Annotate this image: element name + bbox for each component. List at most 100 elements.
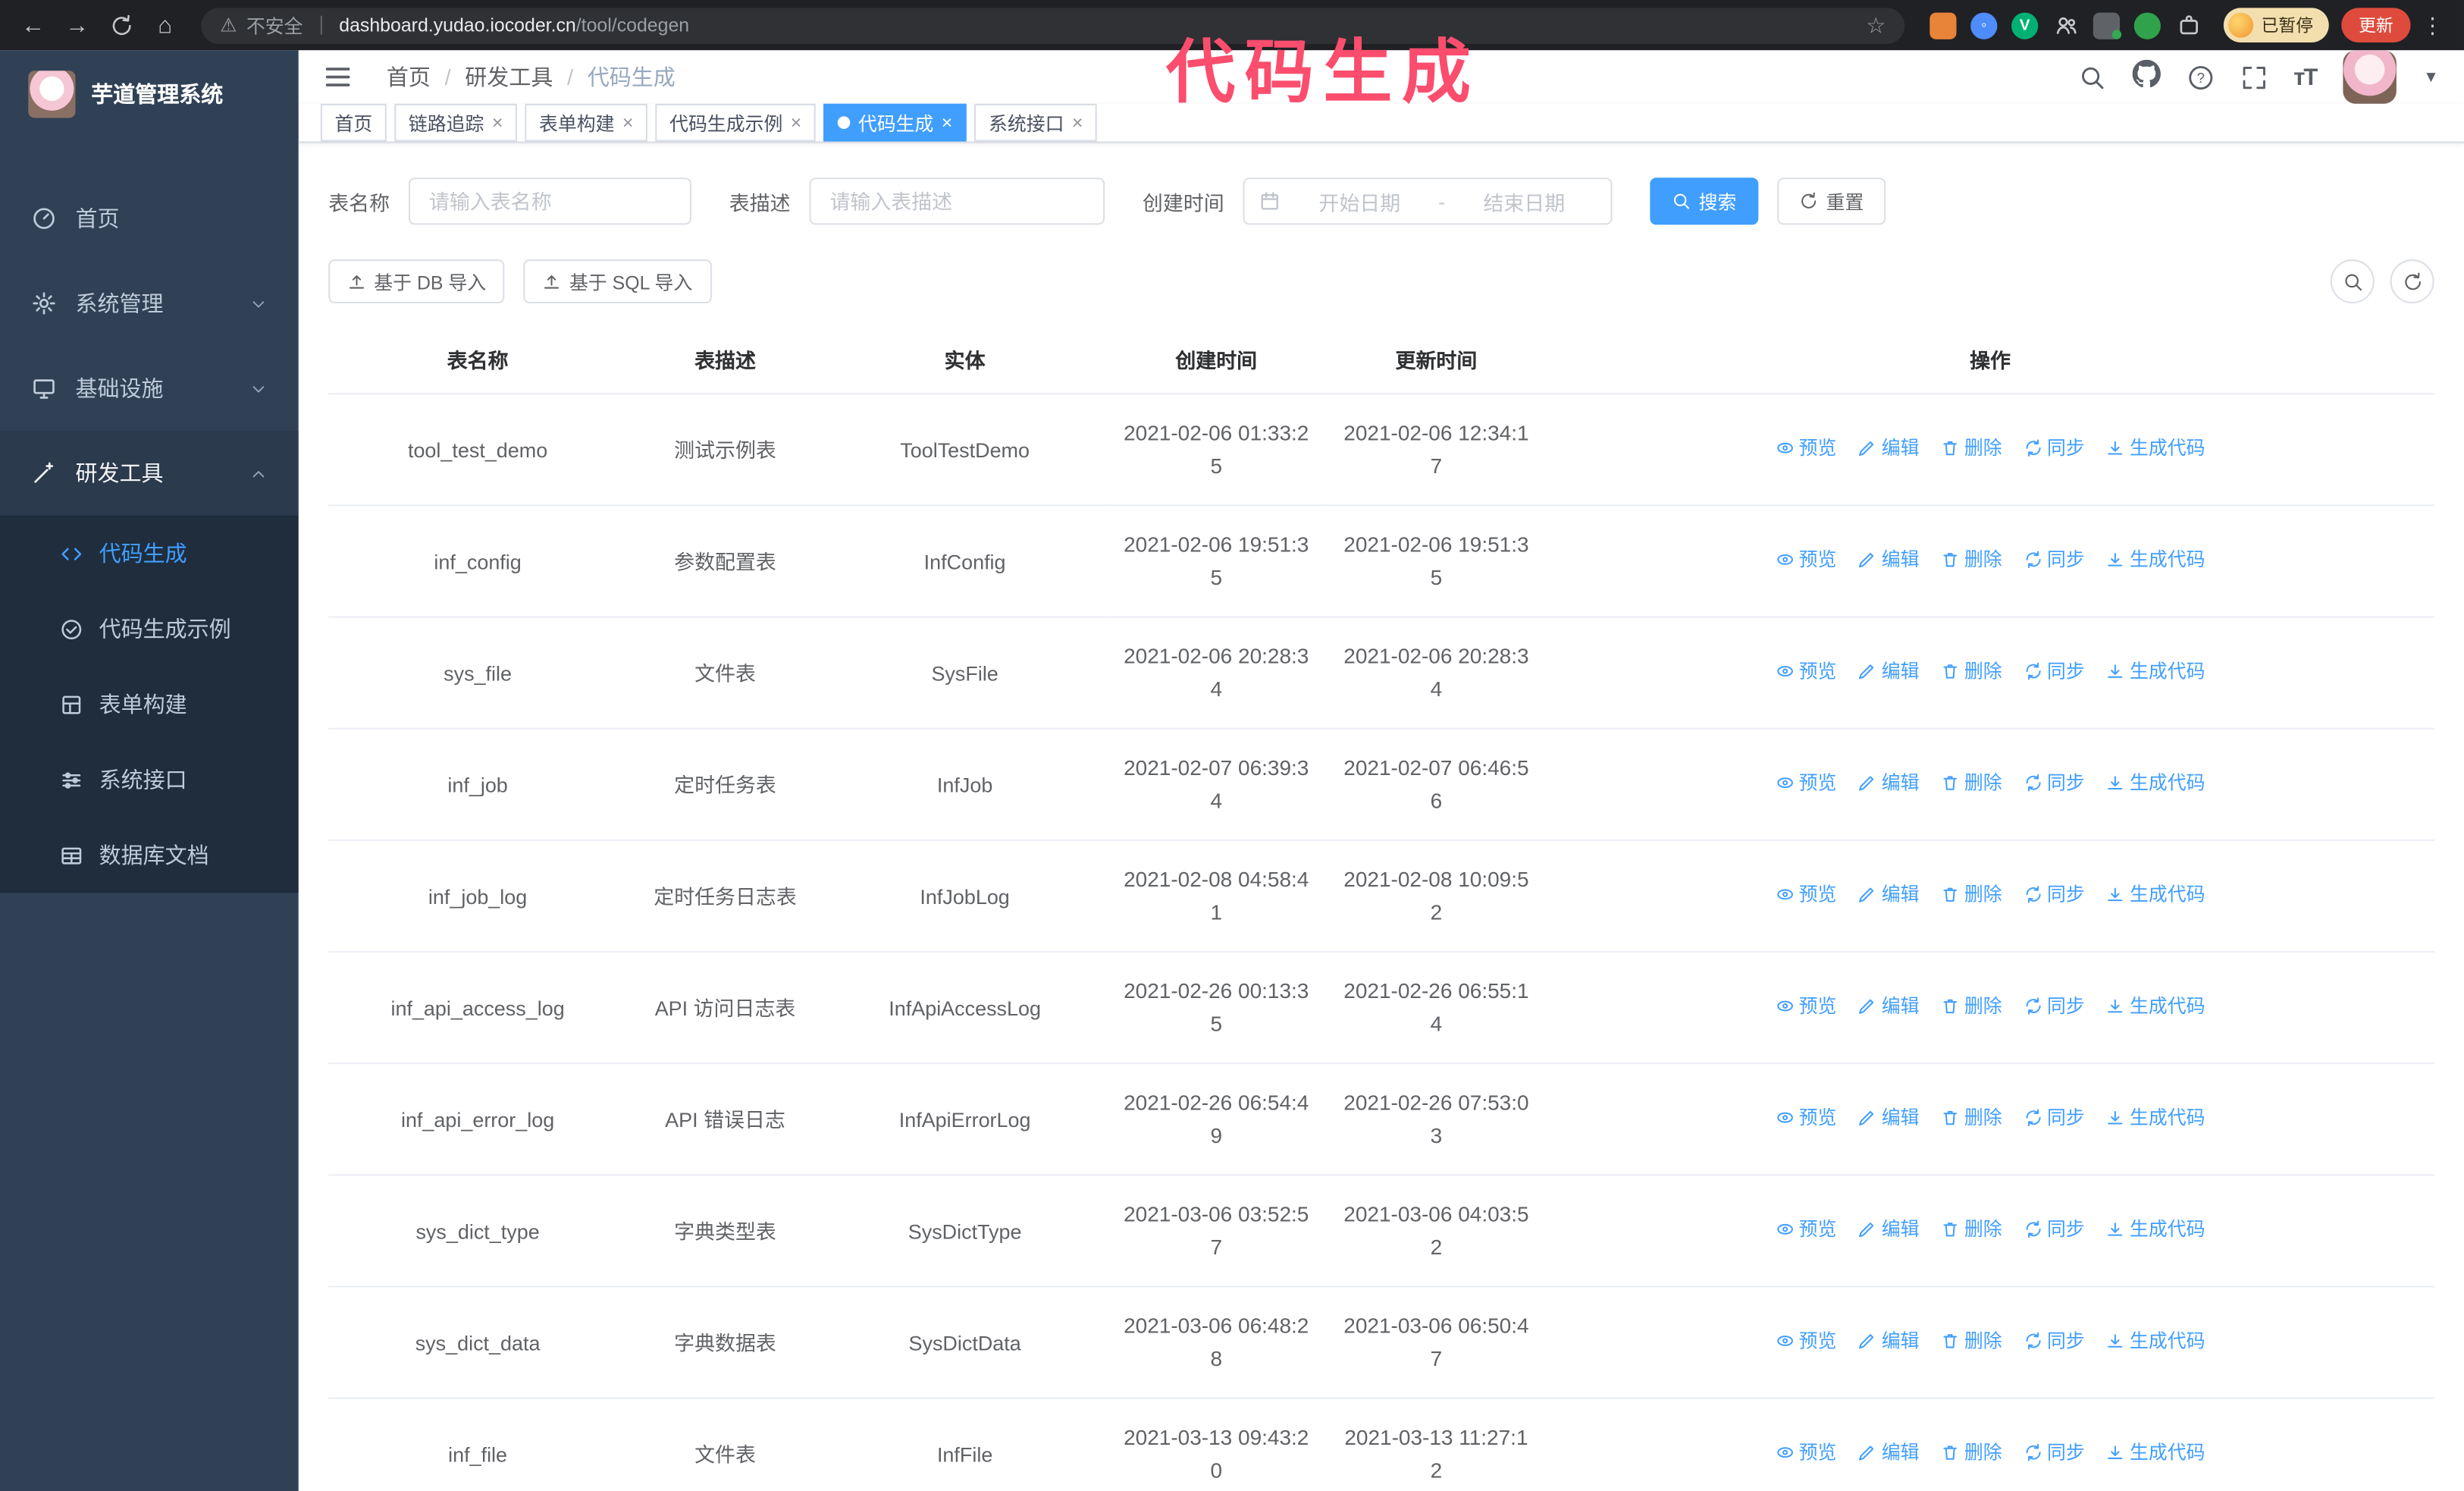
sync-link[interactable]: 同步 — [2024, 544, 2085, 577]
generate-code-link[interactable]: 生成代码 — [2106, 432, 2205, 465]
edit-link[interactable]: 编辑 — [1858, 1436, 1920, 1470]
sidebar-item-db-doc[interactable]: 数据库文档 — [0, 818, 299, 893]
preview-link[interactable]: 预览 — [1776, 655, 1836, 689]
extension-icon-orange[interactable] — [1930, 11, 1957, 39]
sync-link[interactable]: 同步 — [2024, 432, 2085, 465]
preview-link[interactable]: 预览 — [1776, 1101, 1836, 1135]
extension-icon-leaf[interactable] — [2133, 11, 2161, 39]
breadcrumb-devtools[interactable]: 研发工具 — [465, 61, 553, 93]
delete-link[interactable]: 删除 — [1941, 655, 2002, 689]
sidebar-item-form-builder[interactable]: 表单构建 — [0, 667, 299, 742]
extension-icon-status[interactable] — [2093, 11, 2121, 39]
edit-link[interactable]: 编辑 — [1858, 878, 1920, 912]
generate-code-link[interactable]: 生成代码 — [2106, 878, 2205, 912]
preview-link[interactable]: 预览 — [1776, 767, 1836, 800]
profile-paused-badge[interactable]: 已暂停 — [2223, 8, 2329, 42]
close-icon[interactable]: × — [1072, 111, 1083, 133]
address-bar[interactable]: ⚠ 不安全 dashboard.yudao.iocoder.cn/tool/co… — [201, 7, 1905, 43]
browser-menu-icon[interactable]: ⋮ — [2414, 12, 2452, 39]
sync-link[interactable]: 同步 — [2024, 878, 2085, 912]
sidebar-item-codegen-example[interactable]: 代码生成示例 — [0, 591, 299, 666]
search-icon[interactable] — [2078, 64, 2105, 90]
reset-button[interactable]: 重置 — [1777, 177, 1886, 225]
help-icon[interactable]: ? — [2187, 64, 2213, 90]
preview-link[interactable]: 预览 — [1776, 990, 1836, 1023]
edit-link[interactable]: 编辑 — [1858, 655, 1920, 689]
edit-link[interactable]: 编辑 — [1858, 544, 1920, 577]
browser-back-button[interactable]: ← — [13, 5, 54, 46]
delete-link[interactable]: 删除 — [1941, 432, 2002, 465]
fullscreen-icon[interactable] — [2240, 64, 2267, 90]
import-sql-button[interactable]: 基于 SQL 导入 — [523, 259, 712, 304]
browser-home-button[interactable]: ⌂ — [145, 5, 186, 46]
preview-link[interactable]: 预览 — [1776, 1213, 1836, 1247]
preview-link[interactable]: 预览 — [1776, 878, 1836, 912]
bookmark-star-icon[interactable]: ☆ — [1866, 12, 1886, 39]
extension-icon-vue[interactable]: V — [2011, 11, 2039, 39]
generate-code-link[interactable]: 生成代码 — [2106, 1325, 2205, 1358]
table-desc-input[interactable] — [809, 177, 1105, 225]
refresh-table-button[interactable] — [2390, 259, 2434, 304]
sidebar-item-codegen[interactable]: 代码生成 — [0, 516, 299, 591]
sync-link[interactable]: 同步 — [2024, 1213, 2085, 1247]
people-icon[interactable] — [2052, 12, 2079, 39]
edit-link[interactable]: 编辑 — [1858, 1101, 1920, 1135]
tag-tab-codegen[interactable]: 代码生成 × — [823, 103, 967, 142]
edit-link[interactable]: 编辑 — [1858, 990, 1920, 1023]
sidebar-item-home[interactable]: 首页 — [0, 176, 299, 261]
avatar-caret-icon[interactable]: ▼ — [2423, 68, 2439, 86]
hamburger-icon[interactable] — [324, 63, 352, 91]
tag-tab-home[interactable]: 首页 — [320, 103, 387, 142]
sync-link[interactable]: 同步 — [2024, 990, 2085, 1023]
delete-link[interactable]: 删除 — [1941, 1436, 2002, 1470]
delete-link[interactable]: 删除 — [1941, 767, 2002, 800]
delete-link[interactable]: 删除 — [1941, 544, 2002, 577]
logo[interactable]: 芋道管理系统 — [0, 50, 299, 138]
preview-link[interactable]: 预览 — [1776, 432, 1836, 465]
close-icon[interactable]: × — [791, 111, 802, 133]
sidebar-item-infrastructure[interactable]: 基础设施 — [0, 346, 299, 431]
delete-link[interactable]: 删除 — [1941, 990, 2002, 1023]
edit-link[interactable]: 编辑 — [1858, 1325, 1920, 1358]
delete-link[interactable]: 删除 — [1941, 1213, 2002, 1247]
github-icon[interactable] — [2131, 58, 2161, 96]
sync-link[interactable]: 同步 — [2024, 655, 2085, 689]
edit-link[interactable]: 编辑 — [1858, 767, 1920, 800]
search-button[interactable]: 搜索 — [1650, 177, 1759, 225]
chrome-update-button[interactable]: 更新 — [2341, 8, 2411, 42]
sidebar-item-system-api[interactable]: 系统接口 — [0, 742, 299, 817]
generate-code-link[interactable]: 生成代码 — [2106, 1101, 2205, 1135]
delete-link[interactable]: 删除 — [1941, 1101, 2002, 1135]
generate-code-link[interactable]: 生成代码 — [2106, 767, 2205, 800]
user-avatar[interactable] — [2343, 50, 2397, 104]
sync-link[interactable]: 同步 — [2024, 1101, 2085, 1135]
edit-link[interactable]: 编辑 — [1858, 1213, 1920, 1247]
close-icon[interactable]: × — [942, 111, 953, 133]
tag-tab-tracing[interactable]: 链路追踪 × — [394, 103, 518, 142]
generate-code-link[interactable]: 生成代码 — [2106, 1213, 2205, 1247]
browser-forward-button[interactable]: → — [57, 5, 98, 46]
close-icon[interactable]: × — [622, 111, 634, 133]
sync-link[interactable]: 同步 — [2024, 1436, 2085, 1470]
preview-link[interactable]: 预览 — [1776, 1436, 1836, 1470]
delete-link[interactable]: 删除 — [1941, 1325, 2002, 1358]
edit-link[interactable]: 编辑 — [1858, 432, 1920, 465]
preview-link[interactable]: 预览 — [1776, 1325, 1836, 1358]
date-range-picker[interactable]: 开始日期 - 结束日期 — [1243, 177, 1613, 225]
table-name-input[interactable] — [408, 177, 692, 225]
puzzle-icon[interactable] — [2175, 12, 2202, 39]
generate-code-link[interactable]: 生成代码 — [2106, 544, 2205, 577]
import-db-button[interactable]: 基于 DB 导入 — [328, 259, 506, 304]
preview-link[interactable]: 预览 — [1776, 544, 1836, 577]
sidebar-item-devtools[interactable]: 研发工具 — [0, 430, 299, 516]
browser-refresh-button[interactable] — [101, 5, 142, 46]
generate-code-link[interactable]: 生成代码 — [2106, 1436, 2205, 1470]
font-size-icon[interactable]: тT — [2293, 64, 2318, 90]
generate-code-link[interactable]: 生成代码 — [2106, 990, 2205, 1023]
breadcrumb-home[interactable]: 首页 — [387, 61, 431, 93]
sync-link[interactable]: 同步 — [2024, 1325, 2085, 1358]
delete-link[interactable]: 删除 — [1941, 878, 2002, 912]
sync-link[interactable]: 同步 — [2024, 767, 2085, 800]
sidebar-item-system[interactable]: 系统管理 — [0, 261, 299, 346]
tag-tab-codegen-example[interactable]: 代码生成示例 × — [655, 103, 816, 142]
